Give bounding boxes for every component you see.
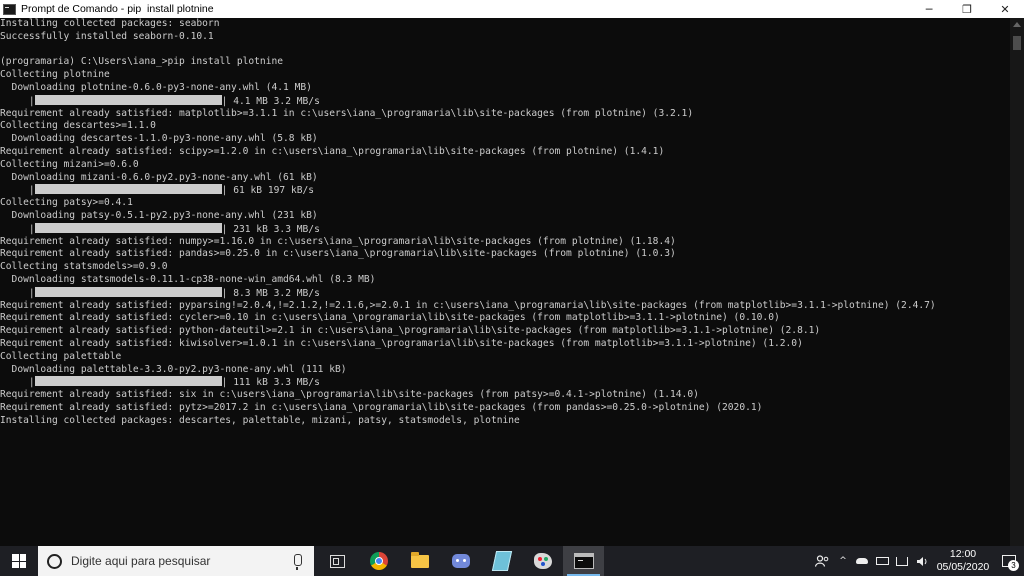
download-progress-bar — [34, 376, 222, 387]
vertical-scrollbar[interactable] — [1010, 18, 1024, 546]
discord-icon — [451, 554, 470, 568]
console-line: (programaria) C:\Users\iana_>pip install… — [0, 56, 284, 68]
console-line: Requirement already satisfied: python-da… — [0, 325, 821, 337]
console-line: Successfully installed seaborn-0.10.1 — [0, 30, 214, 42]
console-line: Downloading mizani-0.6.0-py2.py3-none-an… — [0, 171, 318, 183]
scroll-thumb[interactable] — [1013, 36, 1021, 50]
command-prompt-icon — [573, 553, 594, 569]
action-center-button[interactable]: 3 — [994, 546, 1024, 576]
progress-suffix: | 231 kB 3.3 MB/s — [221, 223, 320, 235]
progress-suffix: | 4.1 MB 3.2 MB/s — [221, 95, 320, 107]
console-line: Requirement already satisfied: kiwisolve… — [0, 337, 803, 349]
progress-prefix: | — [0, 287, 35, 299]
close-button[interactable]: ✕ — [986, 0, 1024, 18]
chrome-taskbar-button[interactable] — [358, 546, 399, 576]
title-bar[interactable]: Prompt de Comando - pip install plotnine… — [0, 0, 1024, 18]
console-line: Installing collected packages: seaborn — [0, 18, 220, 29]
notebook-taskbar-button[interactable] — [481, 546, 522, 576]
console-line: Downloading descartes-1.1.0-py3-none-any… — [0, 133, 318, 145]
clock[interactable]: 12:00 05/05/2020 — [932, 546, 994, 576]
scroll-up-arrow-icon[interactable] — [1013, 22, 1021, 27]
microphone-icon[interactable] — [294, 554, 302, 570]
chrome-icon — [369, 552, 388, 570]
people-icon[interactable] — [810, 546, 834, 576]
console-line: Requirement already satisfied: pytz>=201… — [0, 401, 763, 413]
system-tray: ^ 12:00 05/05/2020 3 — [810, 546, 1024, 576]
progress-prefix: | — [0, 223, 35, 235]
minimize-button[interactable]: ─ — [910, 0, 948, 18]
progress-suffix: | 111 kB 3.3 MB/s — [221, 377, 320, 389]
progress-line: | | 61 kB 197 kB/s — [0, 184, 936, 197]
taskbar: Digite aqui para pesquisar ^ 12:00 05/05… — [0, 546, 1024, 576]
console-line: Downloading patsy-0.5.1-py2.py3-none-any… — [0, 209, 318, 221]
taskbar-search-box[interactable]: Digite aqui para pesquisar — [38, 546, 314, 576]
network-icon[interactable] — [892, 546, 912, 576]
taskbar-apps — [317, 546, 604, 576]
progress-line: | | 231 kB 3.3 MB/s — [0, 222, 936, 236]
download-progress-bar — [34, 94, 222, 105]
command-prompt-app-icon — [3, 3, 16, 15]
console-line: Requirement already satisfied: matplotli… — [0, 107, 694, 119]
notebook-icon — [491, 551, 512, 571]
maximize-button[interactable]: ❐ — [948, 0, 986, 18]
onedrive-cloud-icon[interactable] — [852, 546, 872, 576]
console-line: Requirement already satisfied: scipy>=1.… — [0, 145, 665, 157]
window-title: Prompt de Comando - pip install plotnine — [21, 3, 214, 15]
paint-taskbar-button[interactable] — [522, 546, 563, 576]
console-line: Requirement already satisfied: six in c:… — [0, 389, 699, 401]
battery-icon[interactable] — [872, 546, 892, 576]
console-line: Downloading palettable-3.3.0-py2.py3-non… — [0, 363, 347, 375]
download-progress-bar — [34, 222, 222, 233]
progress-prefix: | — [0, 377, 35, 389]
progress-line: | | 4.1 MB 3.2 MB/s — [0, 94, 936, 108]
windows-logo-icon — [12, 554, 26, 568]
cortana-icon — [47, 553, 62, 569]
file-explorer-icon — [410, 551, 429, 568]
console-line: Collecting plotnine — [0, 69, 110, 81]
console-line: Collecting palettable — [0, 350, 122, 362]
console-line: Downloading statsmodels-0.11.1-cp38-none… — [0, 273, 376, 285]
progress-suffix: | 61 kB 197 kB/s — [221, 185, 315, 197]
progress-prefix: | — [0, 185, 35, 197]
console-line: Collecting patsy>=0.4.1 — [0, 197, 133, 209]
progress-line: | | 8.3 MB 3.2 MB/s — [0, 286, 936, 300]
volume-icon[interactable] — [912, 546, 932, 576]
download-progress-bar — [34, 184, 222, 195]
start-button[interactable] — [0, 546, 38, 576]
task-view-taskbar-button[interactable] — [317, 546, 358, 576]
progress-line: | | 111 kB 3.3 MB/s — [0, 376, 936, 389]
command-prompt-taskbar-button[interactable] — [563, 546, 604, 576]
console-line: Requirement already satisfied: pandas>=0… — [0, 248, 676, 260]
console-output[interactable]: Installing collected packages: seaborn Su… — [0, 18, 1010, 546]
clock-time: 12:00 — [949, 548, 977, 560]
progress-suffix: | 8.3 MB 3.2 MB/s — [221, 287, 320, 299]
console-line: Collecting mizani>=0.6.0 — [0, 158, 139, 170]
console-line: Requirement already satisfied: pyparsing… — [0, 299, 936, 311]
search-placeholder: Digite aqui para pesquisar — [71, 554, 211, 568]
discord-taskbar-button[interactable] — [440, 546, 481, 576]
console-line: Collecting descartes>=1.1.0 — [0, 120, 156, 132]
console-line: Installing collected packages: descartes… — [0, 414, 520, 426]
notification-count-badge: 3 — [1008, 560, 1019, 571]
progress-prefix: | — [0, 95, 35, 107]
task-view-icon — [330, 554, 345, 568]
console-line: Collecting statsmodels>=0.9.0 — [0, 261, 168, 273]
download-progress-bar — [34, 286, 222, 297]
show-hidden-icons-chevron-icon[interactable]: ^ — [834, 546, 852, 576]
console-line: Requirement already satisfied: numpy>=1.… — [0, 235, 676, 247]
console-lines: Installing collected packages: seaborn Su… — [0, 18, 936, 428]
file-explorer-taskbar-button[interactable] — [399, 546, 440, 576]
paint-icon — [533, 553, 552, 569]
window-controls: ─ ❐ ✕ — [910, 0, 1024, 18]
console-line: Requirement already satisfied: cycler>=0… — [0, 312, 780, 324]
console-line: Downloading plotnine-0.6.0-py3-none-any.… — [0, 81, 312, 93]
clock-date: 05/05/2020 — [936, 561, 990, 573]
